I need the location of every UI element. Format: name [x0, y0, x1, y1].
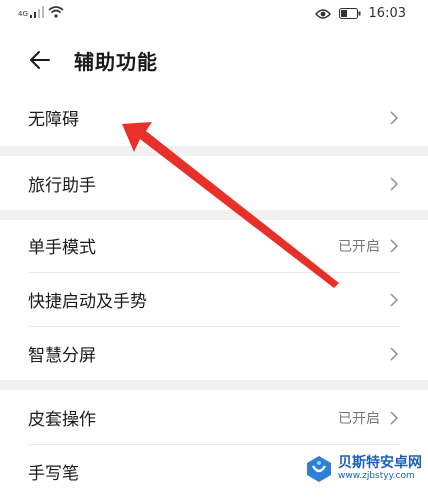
menu-item-label: 旅行助手: [28, 176, 96, 196]
chevron-right-icon: [390, 347, 399, 361]
battery-icon: [338, 8, 361, 19]
watermark-name: 贝斯特安卓网: [338, 455, 422, 472]
menu-item-value: 已开启: [338, 411, 380, 427]
chevron-right-icon: [390, 177, 399, 191]
menu-item-accessibility[interactable]: 无障碍: [0, 90, 428, 144]
status-bar: 4G 16:03: [0, 0, 428, 30]
section-separator: [0, 146, 428, 156]
status-left: 4G: [18, 6, 64, 18]
network-type: 4G: [18, 10, 28, 18]
chevron-right-icon: [390, 411, 399, 425]
page-title: 辅助功能: [74, 50, 158, 74]
status-right: 16:03: [314, 6, 406, 21]
back-arrow-icon[interactable]: [28, 48, 52, 72]
chevron-right-icon: [390, 239, 399, 253]
menu-item-travel-assistant[interactable]: 旅行助手: [0, 156, 428, 210]
section-separator: [0, 380, 428, 390]
menu-item-label: 智慧分屏: [28, 346, 96, 366]
menu-item-label: 手写笔: [28, 464, 79, 484]
signal-icon: [29, 6, 44, 18]
watermark: 贝斯特安卓网 www.zjbstyy.com: [304, 454, 422, 484]
chevron-right-icon: [390, 293, 399, 307]
menu-item-cover-operation[interactable]: 皮套操作 已开启: [0, 390, 428, 444]
watermark-url: www.zjbstyy.com: [338, 470, 415, 481]
menu-item-label: 无障碍: [28, 110, 79, 130]
menu-item-label: 快捷启动及手势: [28, 292, 147, 312]
chevron-right-icon: [390, 111, 399, 125]
menu-item-value: 已开启: [338, 239, 380, 255]
menu-item-label: 皮套操作: [28, 410, 96, 430]
menu-item-label: 单手模式: [28, 238, 96, 258]
watermark-logo-icon: [307, 456, 331, 482]
menu-item-quick-launch-gestures[interactable]: 快捷启动及手势: [0, 272, 428, 326]
menu-item-one-hand-mode[interactable]: 单手模式 已开启: [0, 218, 428, 272]
menu-item-smart-split-screen[interactable]: 智慧分屏: [0, 326, 428, 380]
app-header: 辅助功能: [0, 40, 428, 80]
status-time: 16:03: [368, 6, 406, 21]
eye-icon: [314, 8, 331, 19]
wifi-icon: [48, 6, 64, 18]
